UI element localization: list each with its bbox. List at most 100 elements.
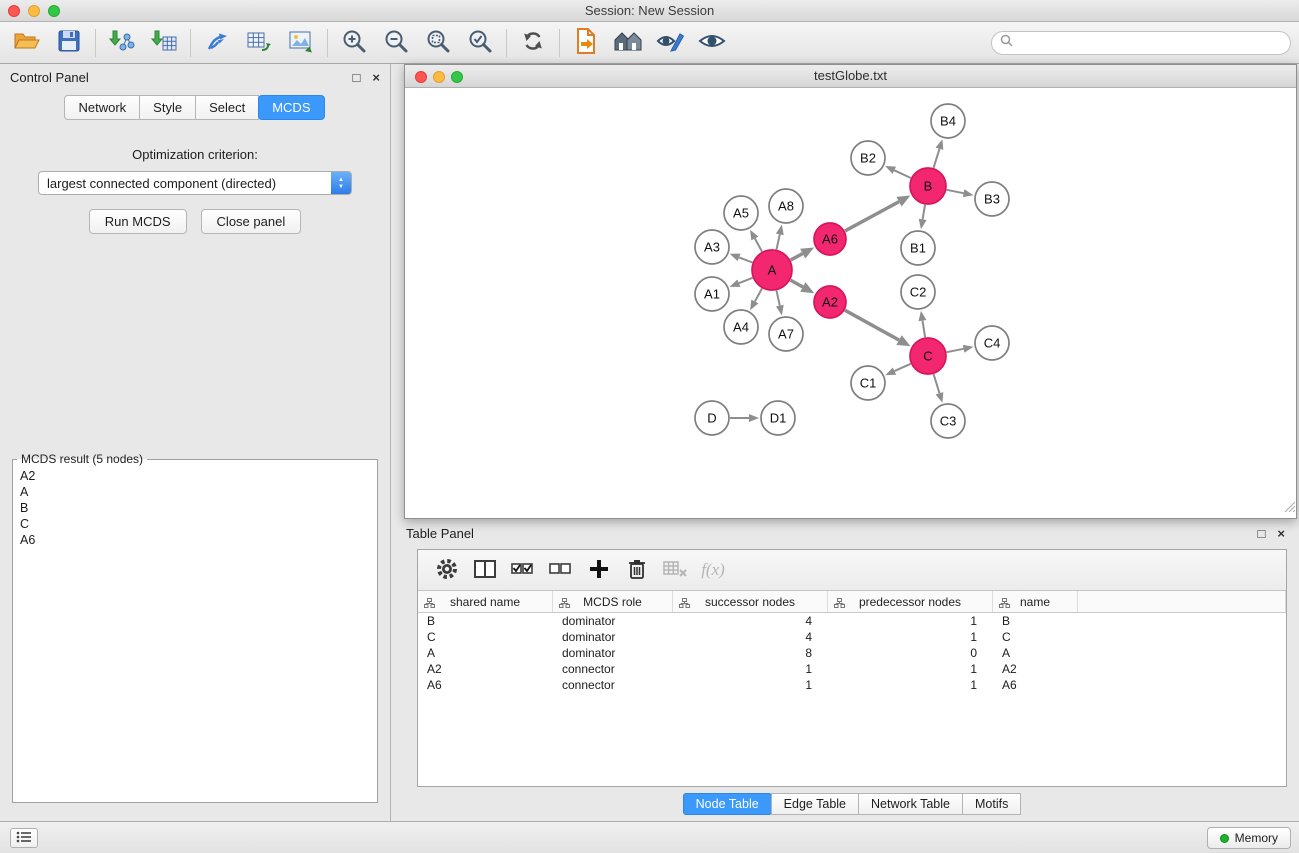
branching-arrows-button[interactable] xyxy=(196,25,238,61)
table-row[interactable]: A6 connector 1 1 A6 xyxy=(418,677,1286,693)
annotation-mode-button[interactable] xyxy=(649,25,691,61)
tab-mcds[interactable]: MCDS xyxy=(258,95,324,120)
cell-shared-name: C xyxy=(418,629,553,645)
close-panel-icon[interactable]: × xyxy=(372,71,380,84)
mcds-result-list[interactable]: A2 A B C A6 xyxy=(13,466,377,548)
show-hide-button[interactable] xyxy=(691,25,733,61)
tab-network[interactable]: Network xyxy=(64,95,140,120)
graph-edge-B-B1[interactable] xyxy=(923,205,925,220)
home-views-button[interactable] xyxy=(607,25,649,61)
search-box[interactable] xyxy=(991,31,1291,55)
column-type-icon xyxy=(424,597,435,611)
table-settings-button[interactable] xyxy=(428,553,466,587)
zoom-fit-button[interactable] xyxy=(417,25,459,61)
graph-edge-A2-C[interactable] xyxy=(845,310,899,340)
graph-edge-A-A6[interactable] xyxy=(791,254,803,261)
import-network-button[interactable] xyxy=(101,25,143,61)
cell-predecessor-nodes: 1 xyxy=(828,629,993,645)
open-session-button[interactable] xyxy=(6,25,48,61)
table-row[interactable]: A2 connector 1 1 A2 xyxy=(418,661,1286,677)
float-panel-icon[interactable]: □ xyxy=(353,71,361,84)
network-canvas[interactable]: B4B2BB3A8A5A6B1A3AC2A1A2A4A7C4CC1C3DD1 xyxy=(405,88,1296,518)
table-row[interactable]: B dominator 4 1 B xyxy=(418,613,1286,629)
column-header-shared-name[interactable]: shared name xyxy=(418,591,553,612)
graph-edge-A-A7[interactable] xyxy=(777,291,780,306)
graph-node-label: A5 xyxy=(733,206,749,221)
graph-edge-A-A8[interactable] xyxy=(777,234,780,249)
zoom-selected-button[interactable] xyxy=(459,25,501,61)
add-column-button[interactable] xyxy=(580,553,618,587)
graph-edge-A-A5[interactable] xyxy=(755,239,762,252)
export-image-button[interactable] xyxy=(280,25,322,61)
search-input[interactable] xyxy=(1018,36,1282,50)
float-table-panel-icon[interactable]: □ xyxy=(1258,527,1266,540)
refresh-button[interactable] xyxy=(512,25,554,61)
graph-edge-B-B4[interactable] xyxy=(934,149,940,168)
result-item[interactable]: A xyxy=(20,484,377,500)
close-panel-button[interactable]: Close panel xyxy=(201,209,302,234)
graph-edge-A6-B[interactable] xyxy=(845,202,899,231)
graph-node-label: A1 xyxy=(704,287,720,302)
deselect-all-button[interactable] xyxy=(542,553,580,587)
minimize-network-window-button[interactable] xyxy=(433,71,445,83)
graph-edge-B-B2[interactable] xyxy=(894,170,911,178)
criterion-dropdown[interactable]: largest connected component (directed) ▲… xyxy=(38,171,352,195)
graph-edge-C-C2[interactable] xyxy=(923,321,926,338)
import-table-button[interactable] xyxy=(143,25,185,61)
graph-edge-C-C4[interactable] xyxy=(947,349,964,352)
result-item[interactable]: B xyxy=(20,500,377,516)
graph-edge-A-A1[interactable] xyxy=(739,278,753,283)
graph-node-label: A3 xyxy=(704,240,720,255)
graph-edge-A-A2[interactable] xyxy=(790,280,803,287)
show-columns-button[interactable] xyxy=(466,553,504,587)
graph-edge-C-C3[interactable] xyxy=(934,374,940,393)
close-window-button[interactable] xyxy=(8,5,20,17)
table-x-icon xyxy=(663,560,687,581)
save-session-button[interactable] xyxy=(48,25,90,61)
zoom-in-button[interactable] xyxy=(333,25,375,61)
function-builder-button[interactable]: f(x) xyxy=(694,553,732,587)
cell-successor-nodes: 4 xyxy=(673,613,828,629)
graph-edge-arrowhead xyxy=(919,219,927,230)
copy-document-button[interactable] xyxy=(565,25,607,61)
network-table-button[interactable] xyxy=(238,25,280,61)
resize-grip-icon[interactable] xyxy=(1283,499,1295,517)
tab-network-table[interactable]: Network Table xyxy=(858,793,963,815)
workspace-area: testGlobe.txt B4B2BB3A8A5A6B1A3AC2A1A2A4… xyxy=(392,64,1299,821)
task-history-button[interactable] xyxy=(10,828,38,848)
graph-edge-A-A3[interactable] xyxy=(739,257,752,262)
tab-edge-table[interactable]: Edge Table xyxy=(771,793,859,815)
table-panel-title: Table Panel xyxy=(406,526,474,541)
result-item[interactable]: A6 xyxy=(20,532,377,548)
result-item[interactable]: C xyxy=(20,516,377,532)
tab-style[interactable]: Style xyxy=(139,95,196,120)
gear-icon xyxy=(436,558,458,583)
network-graph[interactable]: B4B2BB3A8A5A6B1A3AC2A1A2A4A7C4CC1C3DD1 xyxy=(405,88,1296,518)
graph-edge-A-A4[interactable] xyxy=(755,288,762,301)
run-mcds-button[interactable]: Run MCDS xyxy=(89,209,187,234)
delete-column-button[interactable] xyxy=(618,553,656,587)
graph-node-label: B xyxy=(924,179,933,194)
graph-edge-B-B3[interactable] xyxy=(947,190,964,193)
table-row[interactable]: A dominator 8 0 A xyxy=(418,645,1286,661)
zoom-out-button[interactable] xyxy=(375,25,417,61)
column-header-name[interactable]: name xyxy=(993,591,1078,612)
memory-button[interactable]: Memory xyxy=(1207,827,1291,849)
memory-label: Memory xyxy=(1235,831,1278,845)
column-header-predecessor-nodes[interactable]: predecessor nodes xyxy=(828,591,993,612)
delete-table-button[interactable] xyxy=(656,553,694,587)
close-network-window-button[interactable] xyxy=(415,71,427,83)
graph-edge-C-C1[interactable] xyxy=(894,364,910,371)
tab-motifs[interactable]: Motifs xyxy=(962,793,1021,815)
column-header-successor-nodes[interactable]: successor nodes xyxy=(673,591,828,612)
zoom-window-button[interactable] xyxy=(48,5,60,17)
close-table-panel-icon[interactable]: × xyxy=(1277,527,1285,540)
tab-select[interactable]: Select xyxy=(195,95,259,120)
zoom-network-window-button[interactable] xyxy=(451,71,463,83)
tab-node-table[interactable]: Node Table xyxy=(683,793,772,815)
result-item[interactable]: A2 xyxy=(20,468,377,484)
column-header-mcds-role[interactable]: MCDS role xyxy=(553,591,673,612)
minimize-window-button[interactable] xyxy=(28,5,40,17)
table-row[interactable]: C dominator 4 1 C xyxy=(418,629,1286,645)
select-all-button[interactable] xyxy=(504,553,542,587)
